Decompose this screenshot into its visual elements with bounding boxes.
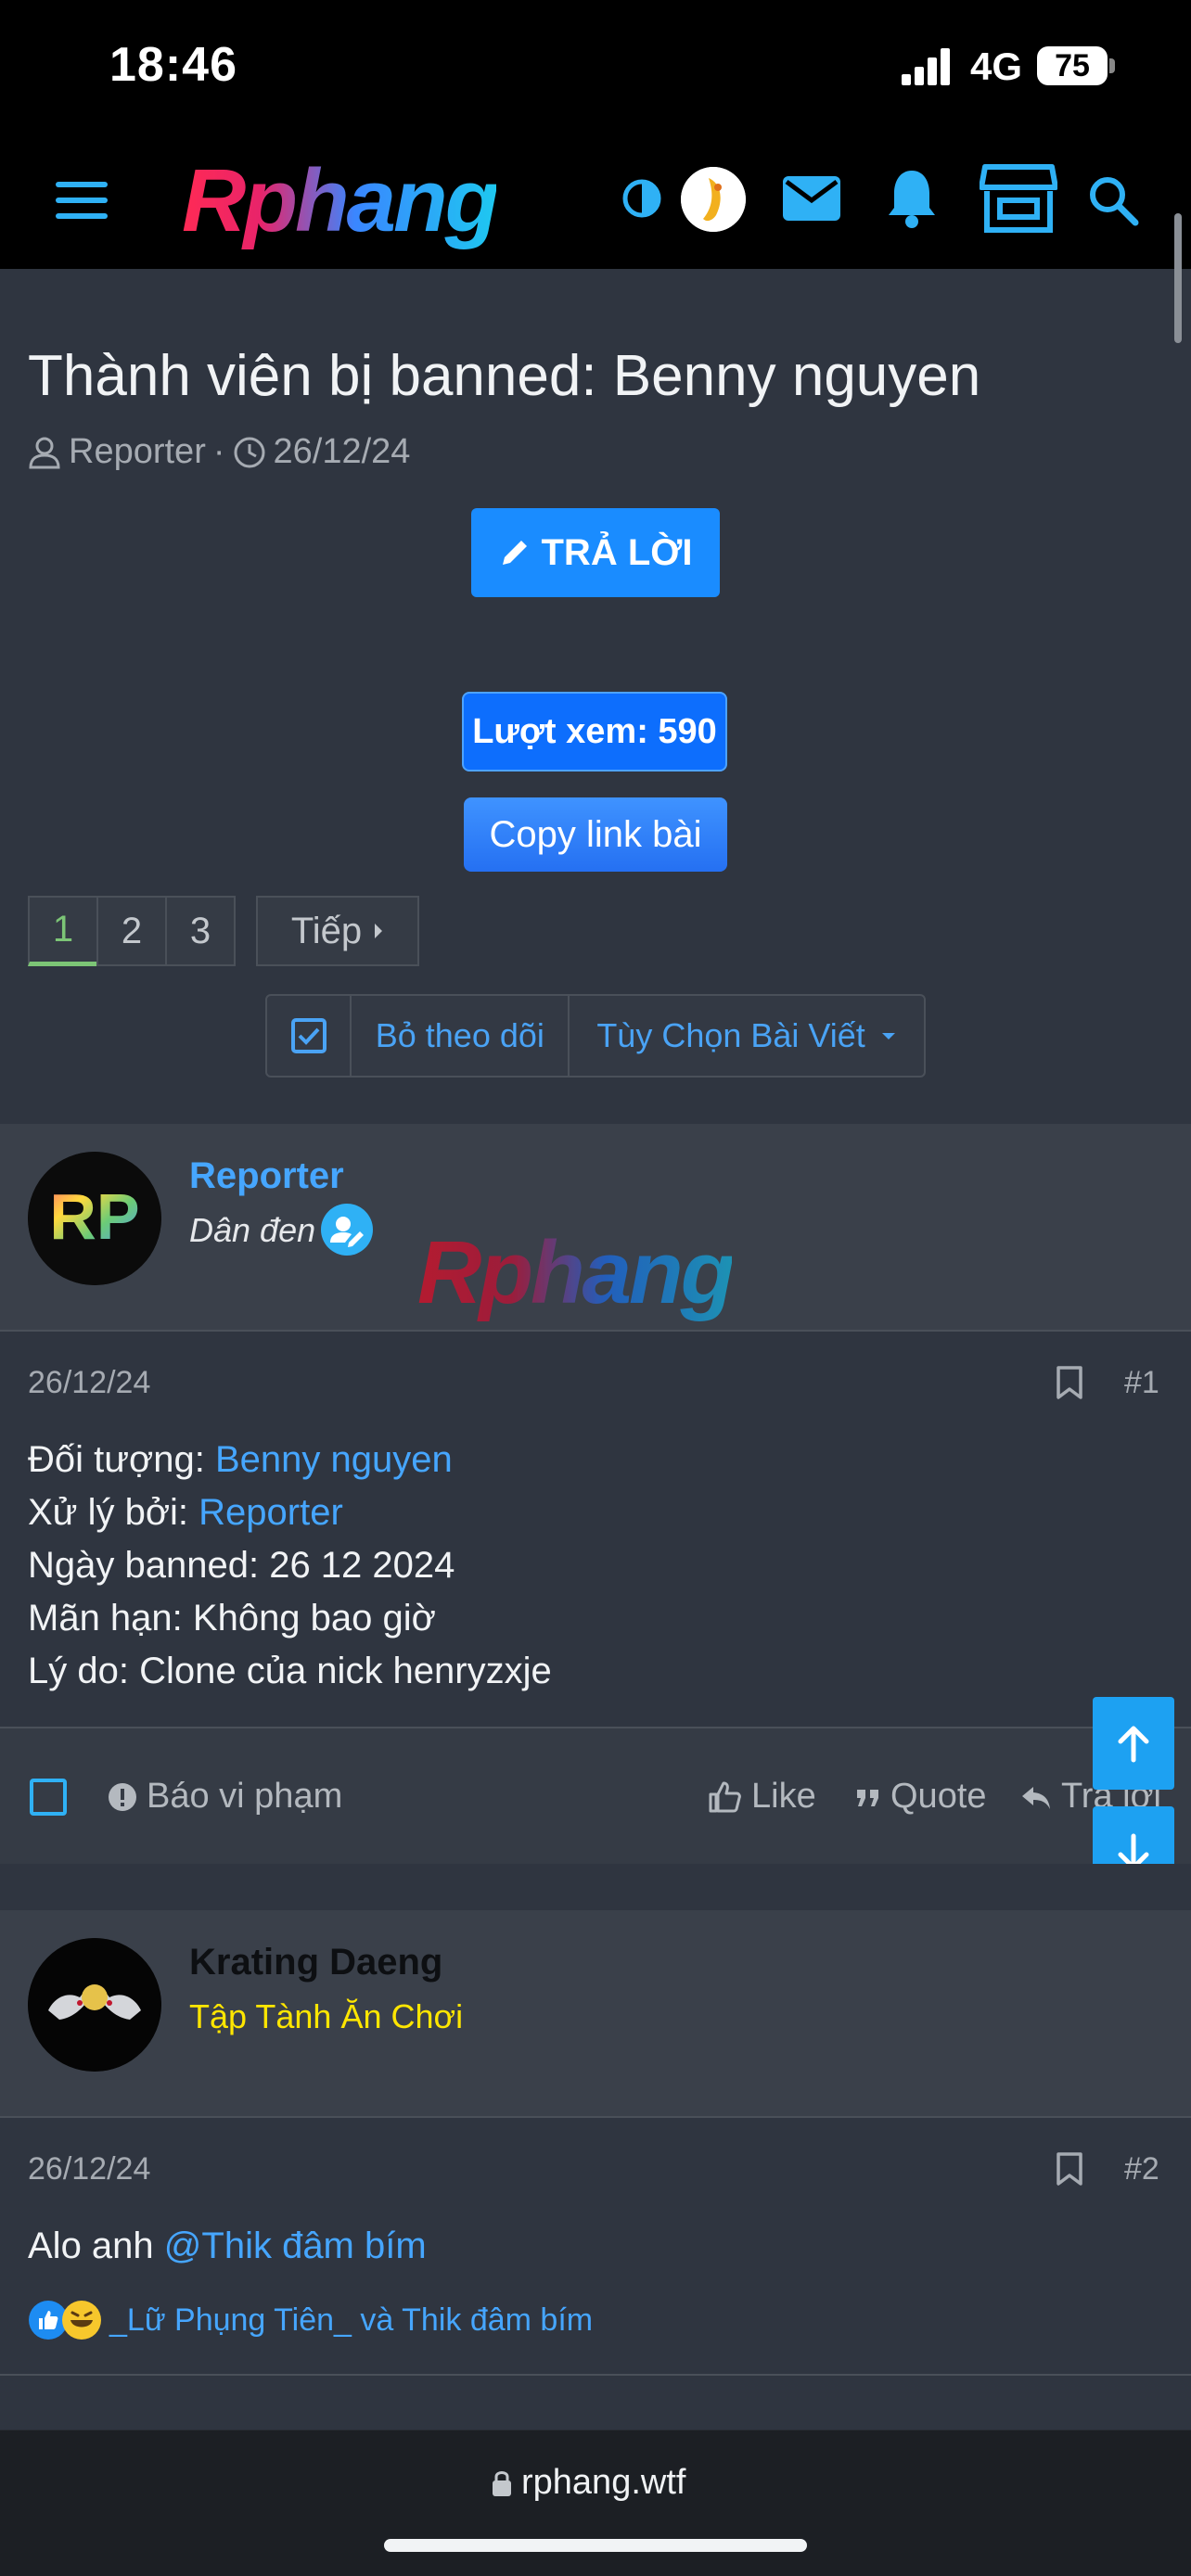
laugh-reaction-icon [62, 2301, 101, 2340]
post-2-content: Alo anh @Thik đâm bím [28, 2220, 427, 2273]
theme-toggle-icon[interactable] [621, 178, 662, 219]
post-2-bookmark-icon[interactable] [1056, 2151, 1083, 2187]
thread-meta: Reporter · 26/12/24 [28, 432, 410, 472]
post-2-divider [0, 2374, 1191, 2376]
page-scrollbar[interactable] [1174, 213, 1182, 343]
post-2-user-header [0, 1910, 1191, 2118]
handler-user-link[interactable]: Reporter [198, 1492, 343, 1533]
browser-bar [0, 2429, 1191, 2576]
target-user-link[interactable]: Benny nguyen [215, 1439, 453, 1480]
reactions-summary[interactable]: _Lữ Phụng Tiên_ và Thik đâm bím [28, 2300, 593, 2340]
quote-button[interactable]: Quote [855, 1777, 987, 1817]
like-label: Like [751, 1777, 816, 1816]
quote-icon [857, 1789, 878, 1806]
signal-icon [902, 48, 952, 85]
reply-button[interactable]: TRẢ LỜI [471, 508, 720, 597]
post-2-avatar[interactable] [28, 1938, 161, 2072]
bookmark-icon[interactable] [1056, 1365, 1083, 1400]
user-icon [29, 437, 60, 468]
target-label: Đối tượng: [28, 1439, 215, 1480]
pencil-icon [502, 541, 527, 565]
post-1-line-handler: Xử lý bởi: Reporter [28, 1486, 552, 1539]
post-2-number[interactable]: #2 [1124, 2151, 1159, 2187]
post-1-line-expiry: Mãn hạn: Không bao giờ [28, 1598, 436, 1639]
select-checkbox[interactable] [267, 996, 352, 1076]
views-badge: Lượt xem: 590 [462, 692, 727, 772]
home-indicator[interactable] [384, 2539, 807, 2552]
thumbs-up-icon [709, 1781, 741, 1812]
search-icon[interactable] [1087, 174, 1139, 226]
report-button[interactable]: Báo vi phạm [108, 1777, 342, 1817]
post-1-line-reason: Lý do: Clone của nick henryzxje [28, 1651, 552, 1691]
post-1-avatar[interactable]: RP [28, 1152, 161, 1285]
alert-icon [109, 1782, 136, 1811]
post-1-select-checkbox[interactable] [30, 1779, 67, 1816]
thread-title: Thành viên bị banned: Benny nguyen [28, 344, 981, 408]
reply-button-label: TRẢ LỜI [541, 531, 693, 573]
thread-date[interactable]: 26/12/24 [274, 432, 411, 472]
network-type: 4G [970, 45, 1023, 88]
arrow-up-icon [1118, 1726, 1149, 1763]
store-icon[interactable] [979, 163, 1058, 234]
watermark-logo: Rphang [417, 1223, 735, 1322]
clock-icon [234, 437, 264, 467]
menu-icon[interactable] [56, 178, 111, 223]
report-label: Báo vi phạm [147, 1777, 343, 1816]
thread-options-label: Tùy Chọn Bài Viết [596, 1016, 865, 1054]
page-2[interactable]: 2 [96, 896, 167, 966]
post-1-date[interactable]: 26/12/24 [28, 1365, 150, 1401]
meta-separator: · [212, 432, 225, 471]
post-2-username[interactable]: Krating Daeng [189, 1942, 442, 1983]
post-1-avatar-text: RP [49, 1180, 139, 1253]
post-1-number[interactable]: #1 [1124, 1365, 1159, 1401]
thread-author[interactable]: Reporter [69, 432, 206, 472]
status-time: 18:46 [109, 38, 237, 92]
next-page-label: Tiếp [290, 910, 363, 951]
caret-down-icon [881, 1033, 895, 1039]
page-3[interactable]: 3 [165, 896, 236, 966]
quote-label: Quote [890, 1777, 987, 1816]
verified-user-icon [321, 1204, 373, 1256]
bell-icon[interactable] [885, 167, 939, 228]
post-1-line-target: Đối tượng: Benny nguyen [28, 1434, 552, 1486]
caret-right-icon [375, 924, 383, 938]
battery-tip [1109, 58, 1115, 73]
post-1-user-title: Dân đen [189, 1211, 316, 1249]
scroll-to-top-button[interactable] [1093, 1697, 1174, 1790]
reactions-text: _Lữ Phụng Tiên_ và Thik đâm bím [109, 2302, 594, 2338]
pagination: 1 2 3 [28, 896, 236, 966]
reply-arrow-icon [1022, 1786, 1050, 1809]
post-2-user-title: Tập Tành Ăn Chơi [189, 1997, 464, 2035]
user-avatar[interactable] [681, 167, 746, 232]
unfollow-button[interactable]: Bỏ theo dõi [352, 996, 570, 1076]
mail-icon[interactable] [781, 174, 842, 223]
lock-icon [493, 2470, 511, 2496]
site-logo[interactable]: Rphang [182, 150, 499, 252]
battery-icon: 75 [1037, 46, 1108, 85]
handler-label: Xử lý bởi: [28, 1492, 199, 1533]
next-page-button[interactable]: Tiếp [256, 896, 419, 966]
thread-options-dropdown[interactable]: Tùy Chọn Bài Viết [570, 996, 924, 1076]
thread-action-bar: Bỏ theo dõi Tùy Chọn Bài Viết [265, 994, 926, 1078]
mention-link[interactable]: @Thik đâm bím [164, 2225, 427, 2266]
like-button[interactable]: Like [707, 1777, 816, 1817]
post-2-date[interactable]: 26/12/24 [28, 2151, 150, 2187]
post-separator [0, 1864, 1191, 1908]
copy-link-button[interactable]: Copy link bài [464, 797, 727, 872]
page-1[interactable]: 1 [28, 896, 98, 966]
address-bar[interactable]: rphang.wtf [492, 2463, 685, 2503]
post-1-content: Đối tượng: Benny nguyen Xử lý bởi: Repor… [28, 1434, 552, 1698]
post-1-username[interactable]: Reporter [189, 1155, 344, 1197]
post-2-text: Alo anh [28, 2225, 164, 2266]
url-text: rphang.wtf [521, 2463, 686, 2502]
post-1-line-ban-date: Ngày banned: 26 12 2024 [28, 1545, 455, 1586]
checkbox-checked-icon [290, 1018, 327, 1053]
